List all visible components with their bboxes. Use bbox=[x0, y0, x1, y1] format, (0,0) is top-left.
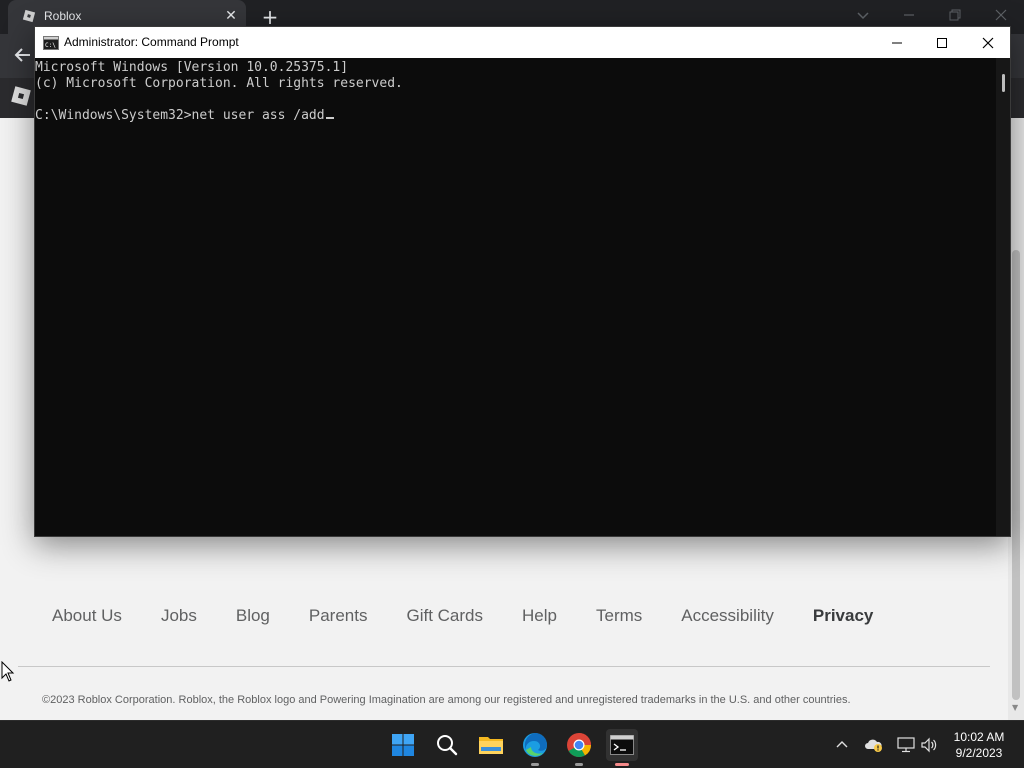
windows-logo-icon bbox=[392, 734, 414, 756]
mouse-pointer-icon bbox=[1, 661, 15, 682]
cmd-active-indicator bbox=[615, 763, 629, 766]
cmd-output-line: Microsoft Windows [Version 10.0.25375.1] bbox=[35, 60, 349, 75]
edge-browser-button[interactable] bbox=[519, 729, 551, 766]
footer-link-jobs[interactable]: Jobs bbox=[141, 606, 216, 630]
cmd-window-title: Administrator: Command Prompt bbox=[64, 35, 239, 49]
file-explorer-button[interactable] bbox=[475, 729, 507, 761]
page-scrollbar-thumb[interactable] bbox=[1012, 250, 1020, 700]
footer-link-gift-cards[interactable]: Gift Cards bbox=[386, 606, 502, 630]
cmd-console-area[interactable]: Microsoft Windows [Version 10.0.25375.1]… bbox=[35, 58, 996, 536]
taskbar: 10:02 AM 9/2/2023 bbox=[0, 720, 1024, 768]
browser-close-icon[interactable] bbox=[992, 6, 1010, 24]
copyright-text: ©2023 Roblox Corporation. Roblox, the Ro… bbox=[42, 694, 851, 706]
footer-links: About Us Jobs Blog Parents Gift Cards He… bbox=[32, 606, 892, 630]
roblox-logo-icon[interactable] bbox=[10, 85, 32, 107]
search-icon bbox=[437, 735, 458, 756]
cmd-title-bar[interactable]: C:\ Administrator: Command Prompt bbox=[35, 27, 1010, 58]
cmd-prompt-line[interactable]: C:\Windows\System32>net user ass /add bbox=[35, 108, 996, 124]
browser-minimize-icon[interactable] bbox=[900, 6, 918, 24]
chevron-up-icon bbox=[836, 741, 848, 748]
volume-tray-button[interactable] bbox=[919, 735, 939, 755]
cmd-close-button[interactable] bbox=[965, 27, 1011, 58]
start-button[interactable] bbox=[387, 729, 419, 761]
command-prompt-window[interactable]: C:\ Administrator: Command Prompt Micros… bbox=[34, 26, 1011, 537]
close-icon bbox=[982, 37, 994, 48]
cmd-app-icon: C:\ bbox=[43, 36, 59, 50]
footer-link-blog[interactable]: Blog bbox=[216, 606, 289, 630]
speaker-icon bbox=[921, 737, 937, 753]
chrome-browser-button[interactable] bbox=[563, 729, 595, 766]
tab-close-icon[interactable]: ✕ bbox=[222, 7, 240, 25]
cloud-warning-icon bbox=[865, 739, 882, 752]
footer-link-about-us[interactable]: About Us bbox=[32, 606, 141, 630]
footer-link-parents[interactable]: Parents bbox=[289, 606, 387, 630]
maximize-icon bbox=[937, 37, 947, 48]
clock-time: 10:02 AM bbox=[953, 730, 1005, 744]
command-prompt-taskbar-button[interactable] bbox=[606, 729, 638, 766]
svg-text:C:\: C:\ bbox=[45, 42, 56, 49]
roblox-favicon-icon bbox=[22, 9, 36, 23]
edge-icon bbox=[523, 733, 547, 757]
cmd-text-cursor bbox=[325, 117, 334, 119]
cmd-output-line bbox=[35, 92, 996, 108]
network-icon bbox=[897, 737, 915, 753]
chrome-icon bbox=[567, 733, 591, 758]
chevron-down-icon[interactable] bbox=[854, 6, 872, 24]
footer-divider bbox=[18, 666, 990, 667]
system-clock[interactable]: 10:02 AM 9/2/2023 bbox=[944, 729, 1014, 761]
cmd-input-text[interactable]: C:\Windows\System32>net user ass /add bbox=[35, 108, 325, 123]
cmd-output-line: (c) Microsoft Corporation. All rights re… bbox=[35, 76, 403, 91]
clock-date: 9/2/2023 bbox=[955, 746, 1003, 760]
edge-running-indicator bbox=[531, 763, 539, 766]
network-tray-button[interactable] bbox=[896, 735, 916, 755]
cmd-maximize-button[interactable] bbox=[919, 27, 965, 58]
onedrive-tray-button[interactable] bbox=[864, 735, 884, 755]
minimize-icon bbox=[892, 42, 902, 43]
chrome-running-indicator bbox=[575, 763, 583, 766]
tab-title: Roblox bbox=[44, 9, 82, 23]
scroll-down-icon[interactable]: ▼ bbox=[1012, 704, 1020, 712]
terminal-icon bbox=[610, 735, 634, 755]
folder-icon bbox=[479, 737, 503, 754]
back-arrow-icon[interactable] bbox=[10, 42, 36, 68]
footer-link-help[interactable]: Help bbox=[502, 606, 576, 630]
footer-link-privacy[interactable]: Privacy bbox=[793, 606, 893, 630]
browser-restore-icon[interactable] bbox=[946, 6, 964, 24]
show-hidden-icons-button[interactable] bbox=[832, 735, 852, 755]
footer-link-terms[interactable]: Terms bbox=[576, 606, 661, 630]
footer-link-accessibility[interactable]: Accessibility bbox=[661, 606, 793, 630]
cmd-scrollbar-thumb[interactable] bbox=[1002, 74, 1005, 92]
search-button[interactable] bbox=[431, 729, 463, 761]
cmd-scrollbar[interactable] bbox=[996, 58, 1010, 536]
cmd-minimize-button[interactable] bbox=[874, 27, 920, 58]
